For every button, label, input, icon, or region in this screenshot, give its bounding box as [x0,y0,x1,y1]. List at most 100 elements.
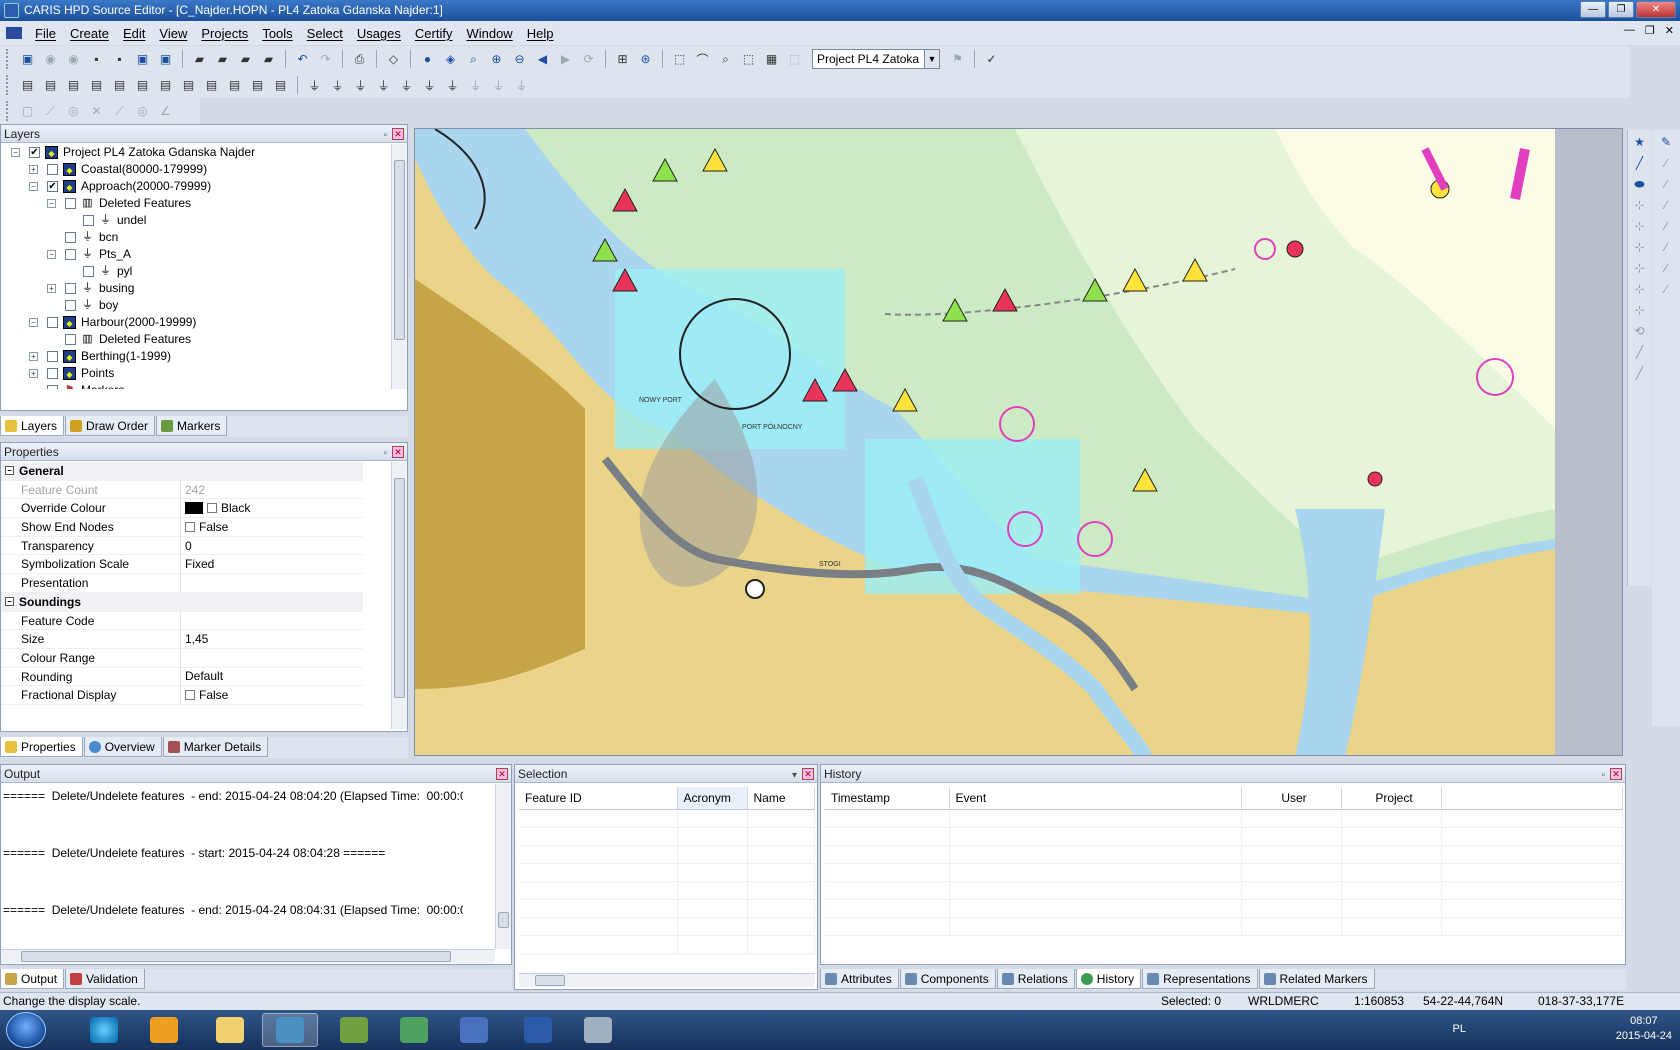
grid-icon[interactable]: ⊞ [613,50,632,69]
edge-tool-2-icon[interactable]: ╱ [1632,366,1648,382]
tab-properties[interactable]: Properties [0,737,83,757]
property-value-cell[interactable] [181,612,185,630]
collapse-icon[interactable]: − [29,318,38,327]
toolbar-grip[interactable] [6,49,10,69]
property-value-cell[interactable]: False [181,518,228,536]
dropdown-icon[interactable]: ▾ [792,767,797,785]
property-value-cell[interactable]: Default [181,668,223,686]
tree-row[interactable]: + ◆ Berthing(1-1999) [1,348,363,365]
taskbar-explorer[interactable] [202,1013,258,1047]
deselect-icon[interactable]: ⬚ [785,50,804,69]
toolbar-grip[interactable] [6,75,10,95]
expand-icon[interactable]: + [29,165,38,174]
property-value-cell[interactable]: Fixed [181,555,214,573]
col-acronym[interactable]: Acronym [677,787,748,810]
property-value-cell[interactable]: 0 [181,537,192,555]
validate-icon[interactable]: ✓ [982,50,1001,69]
property-category[interactable]: − Soundings [1,592,363,612]
edit-tool-d-icon[interactable]: ∕ [1658,219,1674,235]
selection-hscrollbar[interactable] [519,973,815,987]
filter-8-icon[interactable]: ⏚ [466,76,485,95]
save-icon[interactable]: ▪ [87,50,106,69]
folder-arrow-icon[interactable]: ▰ [259,50,278,69]
collapse-icon[interactable]: − [11,148,20,157]
feature-tool-11-icon[interactable]: ▤ [248,76,267,95]
filter-6-icon[interactable]: ⏚ [420,76,439,95]
menu-usages[interactable]: Usages [350,26,408,41]
tab-attributes[interactable]: Attributes [820,969,899,989]
tree-row[interactable]: − ⏚ Pts_A [1,246,363,263]
globe-icon[interactable]: ● [418,50,437,69]
layer-checkbox[interactable] [47,164,58,175]
menu-tools[interactable]: Tools [255,26,299,41]
taskbar-media[interactable] [136,1013,192,1047]
print-icon[interactable]: ⎙ [350,50,369,69]
edit-tool-7-icon[interactable]: ∠ [156,102,175,121]
tab-related-markers[interactable]: Related Markers [1258,969,1375,989]
select-pointer-icon[interactable]: ⬚ [670,50,689,69]
panel-close-icon[interactable]: ✕ [392,128,404,140]
star-icon[interactable]: ★ [1632,135,1648,151]
pin-icon[interactable]: ▫ [383,127,387,145]
chart-map-view[interactable]: NOWY PORT PORT PÓŁNOCNY STOGI [414,128,1623,756]
edit-tool-5-icon[interactable]: ⟋ [110,102,129,121]
property-category[interactable]: − General [1,462,363,481]
close-button[interactable]: ✕ [1636,1,1676,18]
tree-row[interactable]: ⏚ boy [1,297,363,314]
menu-help[interactable]: Help [520,26,561,41]
col-timestamp[interactable]: Timestamp [825,787,950,810]
menu-file[interactable]: File [28,26,63,41]
layer-checkbox[interactable] [47,368,58,379]
folder-icon[interactable]: ▰ [213,50,232,69]
collapse-icon[interactable]: − [47,250,56,259]
edit-tool-4-icon[interactable]: ✕ [87,102,106,121]
tab-overview[interactable]: Overview [83,737,162,757]
box-select-icon[interactable]: ⬚ [739,50,758,69]
edge-tool-icon[interactable]: ╱ [1632,345,1648,361]
expand-icon[interactable]: + [29,369,38,378]
refresh-icon[interactable]: ⟳ [579,50,598,69]
tab-layers[interactable]: Layers [0,416,65,436]
colour-picker-icon[interactable] [207,503,217,514]
property-row[interactable]: Feature Count 242 [1,480,363,500]
tab-markers[interactable]: Markers [156,416,228,436]
edit-tool-1-icon[interactable]: ▢ [18,102,37,121]
tree-row[interactable]: ⏚ pyl [1,263,363,280]
start-button[interactable] [6,1012,46,1048]
feature-tool-7-icon[interactable]: ▤ [156,76,175,95]
area-tool-icon[interactable]: ⬬ [1632,177,1648,193]
filter-10-icon[interactable]: ⏚ [512,76,531,95]
edit-tool-c-icon[interactable]: ∕ [1658,198,1674,214]
expand-icon[interactable]: + [47,284,56,293]
split-icon[interactable]: ⊹ [1632,240,1648,256]
mdi-minimize-button[interactable]: — [1624,24,1635,37]
menu-view[interactable]: View [152,26,194,41]
property-value-cell[interactable] [181,649,185,667]
taskbar-paint[interactable] [570,1013,626,1047]
taskbar-word[interactable] [510,1013,566,1047]
open-db-icon[interactable]: ◉ [41,50,60,69]
feature-tool-8-icon[interactable]: ▤ [179,76,198,95]
toolbar-grip[interactable] [6,101,10,121]
node-tool-icon[interactable]: ⊹ [1632,198,1648,214]
property-checkbox[interactable] [185,690,195,701]
zoom-icon[interactable]: ⌕ [464,50,483,69]
panel-close-icon[interactable]: ✕ [392,446,404,458]
output-hscrollbar[interactable] [1,949,495,963]
back-icon[interactable]: ◀ [533,50,552,69]
import-icon[interactable]: ▣ [156,50,175,69]
tab-representations[interactable]: Representations [1142,969,1258,989]
edit-tool-3-icon[interactable]: ◎ [64,102,83,121]
tree-row[interactable]: ⚑ Markers [1,382,363,389]
tab-history[interactable]: History [1075,969,1142,989]
mdi-close-button[interactable]: ✕ [1665,24,1674,37]
edit-tool-g-icon[interactable]: ∕ [1658,282,1674,298]
col-user[interactable]: User [1241,787,1342,810]
taskbar-app5[interactable] [326,1013,382,1047]
property-value-cell[interactable]: False [181,686,228,704]
layer-checkbox[interactable] [65,334,76,345]
folder-save-icon[interactable]: ▰ [236,50,255,69]
edit-tool-2-icon[interactable]: ⟋ [41,102,60,121]
merge-icon[interactable]: ⊹ [1632,261,1648,277]
zoom-in-icon[interactable]: ⊕ [487,50,506,69]
